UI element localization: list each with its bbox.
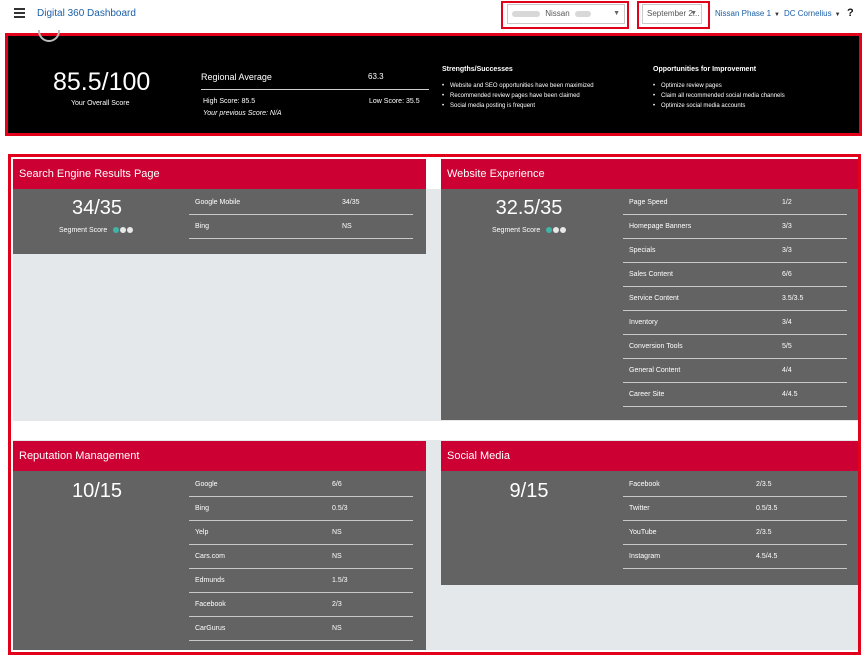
date-select-highlight (637, 1, 710, 29)
overall-score: 85.5/100 (53, 68, 151, 96)
strength-item: Social media posting is frequent (442, 103, 594, 109)
logo-icon (38, 30, 60, 42)
regional-average-value: 63.3 (368, 72, 384, 81)
summary-banner: 85.5/100 Your Overall Score Regional Ave… (8, 30, 859, 133)
user-menu-label: DC Cornelius (784, 9, 832, 18)
user-menu[interactable]: DC Cornelius ▼ (784, 9, 841, 18)
overall-score-label: Your Overall Score (71, 100, 130, 107)
opportunities-title: Opportunities for Improvement (653, 66, 757, 73)
strength-item: Recommended review pages have been claim… (442, 93, 594, 99)
regional-average-label: Regional Average (201, 72, 272, 82)
low-score: Low Score: 35.5 (369, 98, 420, 105)
divider (201, 89, 429, 90)
program-menu[interactable]: Nissan Phase 1 ▼ (715, 9, 780, 18)
hamburger-menu-icon[interactable] (14, 8, 25, 18)
opportunities-list: Optimize review pages Claim all recommen… (653, 83, 785, 113)
program-menu-label: Nissan Phase 1 (715, 9, 772, 18)
opportunity-item: Optimize social media accounts (653, 103, 785, 109)
strengths-title: Strengths/Successes (442, 66, 513, 73)
app-title[interactable]: Digital 360 Dashboard (37, 8, 136, 19)
help-icon[interactable]: ? (847, 7, 854, 19)
dealer-select-highlight (501, 1, 629, 29)
segments-highlight (8, 154, 861, 655)
previous-score: Your previous Score: N/A (203, 110, 282, 117)
top-bar: Digital 360 Dashboard Nissan ▼ September… (0, 0, 867, 30)
chevron-down-icon: ▼ (774, 12, 780, 18)
chevron-down-icon: ▼ (834, 12, 841, 18)
opportunity-item: Optimize review pages (653, 83, 785, 89)
strengths-list: Website and SEO opportunities have been … (442, 83, 594, 113)
opportunity-item: Claim all recommended social media chann… (653, 93, 785, 99)
high-score: High Score: 85.5 (203, 98, 256, 105)
strength-item: Website and SEO opportunities have been … (442, 83, 594, 89)
